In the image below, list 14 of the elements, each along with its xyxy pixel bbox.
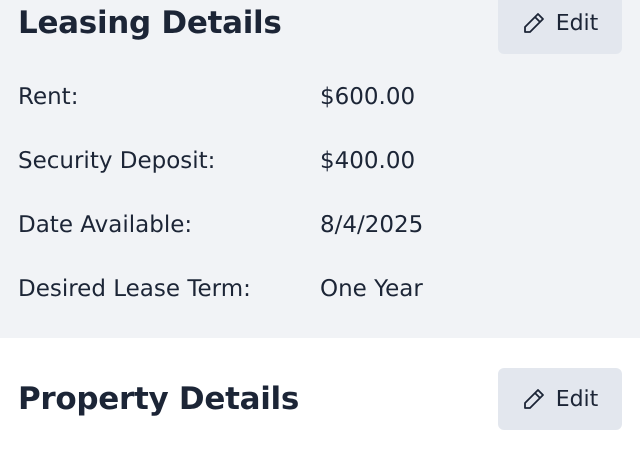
field-value: $600.00 [320, 84, 416, 110]
section-title: Leasing Details [18, 5, 282, 41]
edit-button[interactable]: Edit [498, 0, 622, 54]
pencil-icon [522, 11, 546, 35]
field-value: $400.00 [320, 148, 416, 174]
field-value: 8/4/2025 [320, 212, 424, 238]
field-value: One Year [320, 276, 424, 302]
field-label: Desired Lease Term: [18, 276, 252, 302]
field-label: Date Available: [18, 212, 194, 238]
field-label: Rent: [18, 84, 80, 110]
edit-button[interactable]: Edit [498, 368, 622, 430]
field-label: Security Deposit: [18, 148, 216, 174]
section-title: Property Details [18, 381, 300, 417]
pencil-icon [522, 387, 546, 411]
